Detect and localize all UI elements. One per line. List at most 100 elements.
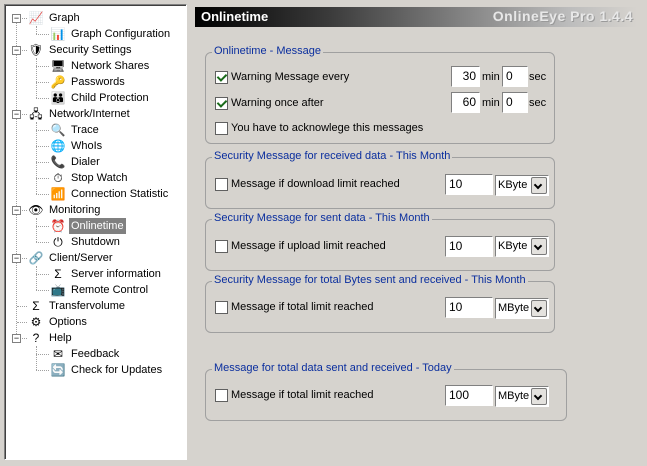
tree-connector-line [36,146,49,147]
options-icon: ⚙ [30,315,42,329]
collapse-icon[interactable]: − [12,334,21,343]
download-limit-checkbox[interactable] [215,178,228,191]
tree-item-label: Network Shares [71,60,150,72]
tree-item-label: Monitoring [49,204,101,216]
tree-item-label: Onlinetime [69,218,126,234]
help-icon: ? [32,331,40,345]
warning-every-label: Warning Message every [231,71,350,83]
total-month-unit-select[interactable]: MByte [495,298,549,319]
tree-item-label: Feedback [71,348,120,360]
collapse-icon[interactable]: − [12,46,21,55]
total-today-unit-value: MByte [498,390,530,402]
tree-connector-line [36,162,49,163]
warning-every-min-input[interactable]: 30 [451,66,480,87]
warning-once-label: Warning once after [231,97,324,109]
upload-unit-select[interactable]: KByte [495,236,549,257]
envelope-icon: ✉ [52,347,64,361]
tree-connector-line [36,82,49,83]
upload-unit-value: KByte [498,240,528,252]
acknowledge-checkbox[interactable] [215,122,228,135]
tree-item-label: Options [49,316,87,328]
tree-connector-line [36,242,49,243]
ip-shield-icon: 🛡 [28,43,44,57]
tree-connector-line [36,290,49,291]
navigation-tree[interactable]: 📈 Graph − 📊 Graph Configuration 🛡 Security Set… [4,4,187,460]
chart-config-icon: 📊 [50,27,66,41]
collapse-icon[interactable]: − [12,14,21,23]
tree-item-label: Network/Internet [49,108,130,120]
tree-connector-line [17,322,27,323]
sigma-icon: Σ [54,267,62,281]
warning-once-checkbox[interactable] [215,97,228,110]
tree-connector-line [36,194,49,195]
group-title: Message for total data sent and received… [212,362,454,374]
keys-icon: 🔑 [50,75,66,89]
total-month-limit-label: Message if total limit reached [231,301,374,313]
child-icon: 👪 [50,91,66,105]
tree-item-label: Help [49,332,72,344]
client-server-icon: 🔗 [28,251,44,265]
group-title: Onlinetime - Message [212,45,323,57]
upload-limit-checkbox[interactable] [215,240,228,253]
statistic-icon: 📶 [50,187,66,201]
tree-connector-line [36,58,37,98]
collapse-icon[interactable]: − [12,110,21,119]
computer-icon: 🖥 [50,59,66,73]
tree-item-label: Trace [71,124,99,136]
tree-item-label: Security Settings [49,44,132,56]
warning-every-sec-input[interactable]: 0 [502,66,528,87]
tree-item-label: Server information [71,268,161,280]
remote-control-icon: 📺 [50,283,66,297]
stopwatch-icon: ⏱ [53,171,63,185]
group-title: Security Message for sent data - This Mo… [212,212,432,224]
page-title: Onlinetime [201,9,269,24]
tree-connector-line [17,306,27,307]
total-today-limit-label: Message if total limit reached [231,389,374,401]
download-unit-select[interactable]: KByte [495,175,549,196]
tree-item-label: Connection Statistic [71,188,169,200]
tree-connector-line [36,370,49,371]
total-month-limit-checkbox[interactable] [215,301,228,314]
network-icon: 🖧 [29,107,43,121]
tree-connector-line [36,26,37,34]
total-today-limit-checkbox[interactable] [215,389,228,402]
tree-connector-line [36,346,37,370]
tree-connector-line [36,266,37,290]
shutdown-icon: ⏻ [53,235,63,249]
chevron-down-icon[interactable] [531,388,547,405]
dialer-icon: 📞 [50,155,66,169]
upload-limit-label: Message if upload limit reached [231,240,386,252]
tree-connector-line [36,34,49,35]
min-unit-label: min [482,71,500,83]
tree-item-label: Graph Configuration [71,28,171,40]
warning-every-checkbox[interactable] [215,71,228,84]
collapse-icon[interactable]: − [12,206,21,215]
chevron-down-icon[interactable] [531,300,547,317]
tree-item-label: Client/Server [49,252,113,264]
tree-item-label: Child Protection [71,92,149,104]
tree-connector-line [36,218,37,242]
trace-icon: 🔍 [50,123,66,137]
tree-item-label: Remote Control [71,284,149,296]
alarm-clock-icon: ⏰ [50,219,66,233]
total-today-limit-input[interactable]: 100 [445,385,493,406]
sec-unit-label: sec [529,71,547,83]
graph-icon: 📈 [28,11,44,25]
sigma-icon: Σ [32,299,40,313]
chevron-down-icon[interactable] [531,238,547,255]
upload-limit-input[interactable]: 10 [445,236,493,257]
tree-connector-line [36,98,49,99]
warning-once-sec-input[interactable]: 0 [502,92,528,113]
tree-item-label: Check for Updates [71,364,163,376]
collapse-icon[interactable]: − [12,254,21,263]
update-icon: 🔄 [50,363,66,377]
chevron-down-icon[interactable] [531,177,547,194]
tree-item-label: Graph [49,12,80,24]
total-month-limit-input[interactable]: 10 [445,297,493,318]
warning-once-min-input[interactable]: 60 [451,92,480,113]
total-today-unit-select[interactable]: MByte [495,386,549,407]
download-limit-input[interactable]: 10 [445,174,493,195]
acknowledge-label: You have to acknowlege this messages [231,122,424,134]
globe-icon: 🌐 [50,139,66,153]
tree-connector-line [16,18,17,338]
